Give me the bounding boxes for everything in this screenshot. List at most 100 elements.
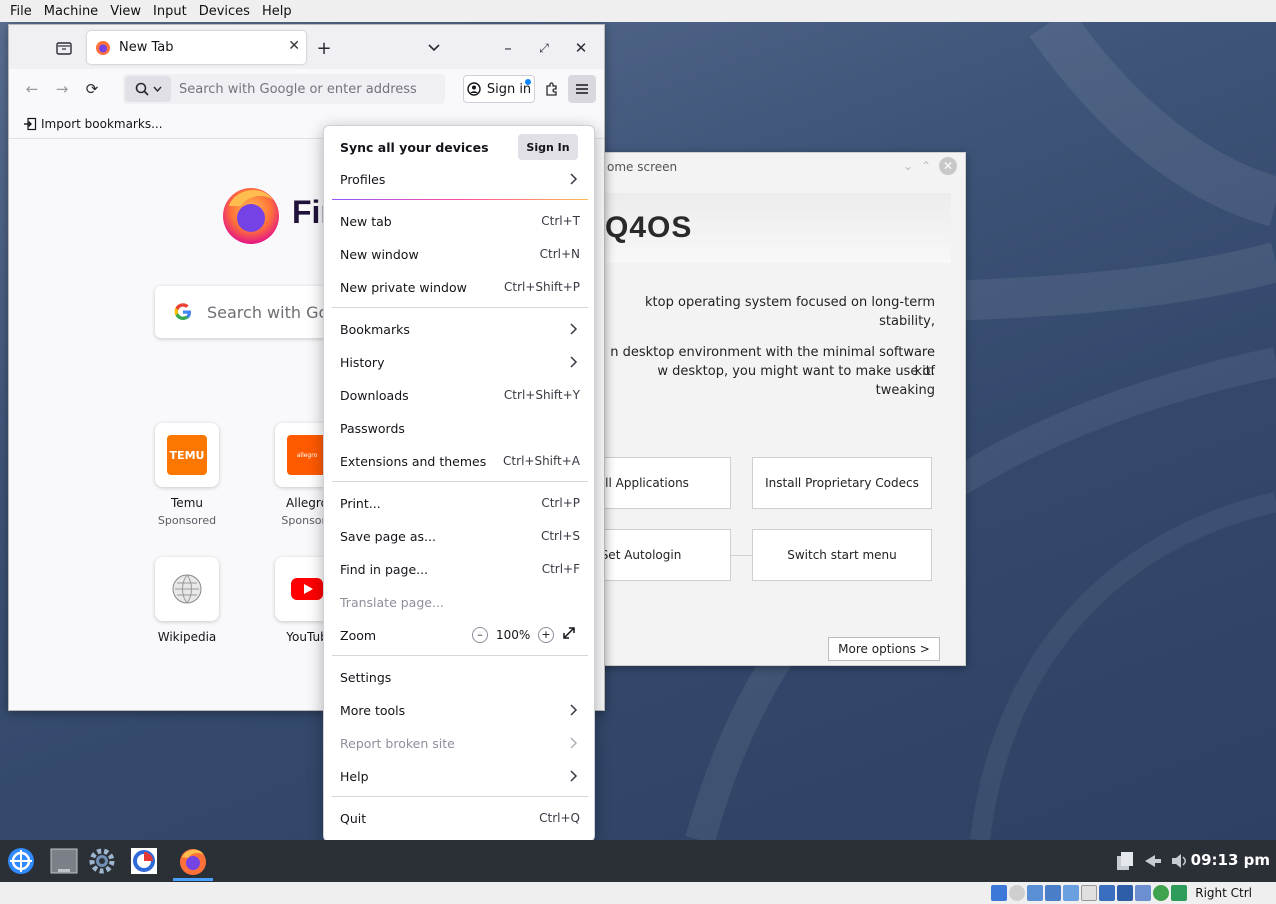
list-tabs-chevron-icon[interactable] [423, 37, 445, 59]
menu-item-downloads[interactable]: Downloads Ctrl+Shift+Y [332, 380, 588, 410]
url-bar[interactable]: Search with Google or enter address [123, 74, 445, 104]
menu-item-settings[interactable]: Settings [332, 662, 588, 692]
cpu-icon[interactable] [1135, 885, 1152, 901]
reload-icon[interactable]: ⟳ [81, 78, 103, 100]
menu-file[interactable]: File [4, 4, 38, 19]
welcome-title: ome screen [607, 160, 678, 174]
extensions-puzzle-icon[interactable] [541, 78, 563, 100]
youtube-icon [291, 578, 323, 600]
zoom-level[interactable]: 100% [496, 628, 530, 642]
menu-separator [332, 481, 588, 482]
menu-item-help[interactable]: Help [332, 761, 588, 791]
shortcut-temu[interactable]: TEMU [155, 423, 219, 487]
menu-item-print[interactable]: Print... Ctrl+P [332, 488, 588, 518]
optical-drive-icon[interactable] [1009, 885, 1026, 901]
menu-item-profiles[interactable]: Profiles [332, 164, 588, 194]
tab-title: New Tab [119, 40, 174, 55]
menu-item-label: Downloads [340, 387, 409, 403]
app-menu-button[interactable] [568, 75, 596, 103]
mouse-integration-icon[interactable] [1171, 885, 1188, 901]
menu-item-label: New window [340, 246, 419, 262]
menu-item-history[interactable]: History [332, 347, 588, 377]
more-options-button[interactable]: More options > [828, 637, 940, 661]
forward-icon[interactable]: → [51, 78, 73, 100]
virtualization-icon[interactable] [1153, 885, 1170, 901]
install-codecs-button[interactable]: Install Proprietary Codecs [752, 457, 932, 509]
menu-item-quit[interactable]: Quit Ctrl+Q [332, 803, 588, 833]
usb-icon[interactable] [1063, 885, 1080, 901]
search-engine-button[interactable] [125, 76, 171, 102]
import-icon [24, 117, 37, 130]
hard-disk-icon[interactable] [991, 885, 1008, 901]
clipboard-icon[interactable] [1112, 845, 1138, 877]
shortcut-wikipedia[interactable] [155, 557, 219, 621]
audio-icon[interactable] [1027, 885, 1044, 901]
network-adapter-icon[interactable] [1045, 885, 1062, 901]
welcome-window: ome screen ⌄ ⌃ ✕ Q4OS ktop operating sys… [551, 152, 966, 666]
menu-view[interactable]: View [104, 4, 147, 19]
brand-logo-text: Q4OS [605, 211, 693, 244]
shortcut-wikipedia-label: Wikipedia [157, 630, 217, 644]
import-bookmarks-link[interactable]: Import bookmarks... [41, 117, 163, 131]
menu-item-shortcut: Ctrl+Shift+P [504, 280, 580, 294]
welcome-banner: Q4OS [605, 193, 951, 263]
close-tab-icon[interactable]: ✕ [288, 38, 300, 54]
zoom-controls: – 100% + [472, 626, 576, 643]
sign-in-button[interactable]: Sign in [463, 75, 535, 103]
shortcut-temu-label: Temu [171, 496, 203, 510]
shared-folders-icon[interactable] [1081, 885, 1098, 901]
hamburger-icon [576, 84, 588, 94]
welcome-text-3: w desktop, you might want to make use of… [657, 364, 935, 398]
menu-machine[interactable]: Machine [38, 4, 104, 19]
network-icon[interactable] [1140, 845, 1166, 877]
menu-item-new-window[interactable]: New window Ctrl+N [332, 239, 588, 269]
menu-item-label: Translate page... [340, 594, 444, 610]
menu-item-find-in-page[interactable]: Find in page... Ctrl+F [332, 554, 588, 584]
new-tab-plus-icon[interactable]: + [313, 37, 335, 59]
menu-item-save-page[interactable]: Save page as... Ctrl+S [332, 521, 588, 551]
minimize-icon[interactable]: – [497, 37, 519, 59]
display-icon[interactable] [1099, 885, 1116, 901]
menu-item-label: New private window [340, 279, 467, 295]
menu-item-report-broken-site: Report broken site [332, 728, 588, 758]
recording-icon[interactable] [1117, 885, 1134, 901]
menu-input[interactable]: Input [147, 4, 193, 19]
expand-icon[interactable]: ⌃ [921, 159, 931, 173]
close-window-icon[interactable]: ✕ [570, 37, 592, 59]
menu-item-label: More tools [340, 702, 406, 718]
zoom-in-icon[interactable]: + [538, 626, 554, 643]
sync-sign-in-button[interactable]: Sign In [518, 134, 578, 160]
menu-item-more-tools[interactable]: More tools [332, 695, 588, 725]
menu-item-new-tab[interactable]: New tab Ctrl+T [332, 206, 588, 236]
firefox-taskbar-icon[interactable] [177, 845, 209, 877]
menu-item-label: Zoom [340, 627, 377, 643]
menu-devices[interactable]: Devices [193, 4, 256, 19]
menu-item-passwords[interactable]: Passwords [332, 413, 588, 443]
settings-gear-icon[interactable] [86, 845, 118, 877]
software-center-icon[interactable] [128, 845, 160, 877]
switch-start-menu-button[interactable]: Switch start menu [752, 529, 932, 581]
close-icon[interactable]: ✕ [939, 157, 957, 175]
taskbar-clock[interactable]: 09:13 pm [1191, 851, 1270, 869]
menu-help[interactable]: Help [256, 4, 298, 19]
chevron-right-icon [570, 356, 578, 368]
chevron-right-icon [570, 173, 578, 185]
menu-item-extensions-themes[interactable]: Extensions and themes Ctrl+Shift+A [332, 446, 588, 476]
menu-item-label: Extensions and themes [340, 453, 487, 469]
fullscreen-icon[interactable] [562, 626, 576, 643]
menu-separator [332, 796, 588, 797]
volume-icon[interactable] [1166, 845, 1192, 877]
show-desktop-icon[interactable] [48, 845, 80, 877]
menu-item-shortcut: Ctrl+T [541, 214, 580, 228]
start-menu-icon[interactable] [5, 845, 37, 877]
menu-item-shortcut: Ctrl+P [541, 496, 580, 510]
menu-item-new-private-window[interactable]: New private window Ctrl+Shift+P [332, 272, 588, 302]
tab-new-tab[interactable]: New Tab ✕ [87, 31, 306, 64]
url-input[interactable]: Search with Google or enter address [179, 82, 417, 97]
collapse-icon[interactable]: ⌄ [903, 159, 913, 173]
maximize-icon[interactable]: ⤢ [533, 37, 555, 59]
tab-history-icon[interactable] [53, 37, 75, 59]
back-icon[interactable]: ← [21, 78, 43, 100]
zoom-out-icon[interactable]: – [472, 626, 488, 643]
menu-item-bookmarks[interactable]: Bookmarks [332, 314, 588, 344]
